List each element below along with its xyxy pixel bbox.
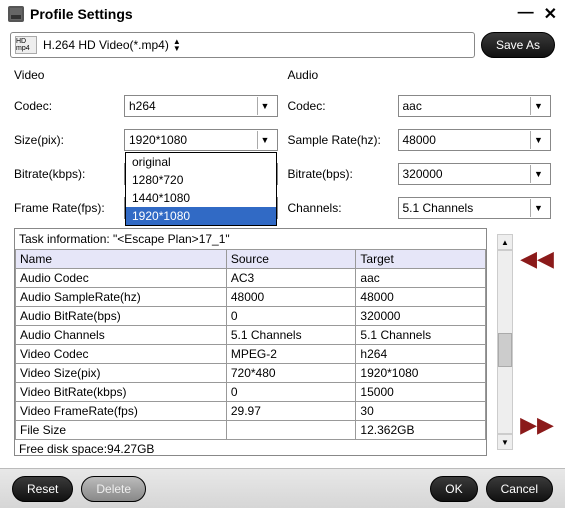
- video-framerate-label: Frame Rate(fps):: [14, 201, 124, 215]
- audio-channels-combo[interactable]: 5.1 Channels ▼: [398, 197, 552, 219]
- chevron-down-icon: ▼: [530, 199, 546, 217]
- audio-samplerate-label: Sample Rate(hz):: [288, 133, 398, 147]
- audio-channels-label: Channels:: [288, 201, 398, 215]
- delete-button[interactable]: Delete: [81, 476, 146, 502]
- task-caption: Task information: "<Escape Plan>17_1": [15, 229, 486, 249]
- audio-codec-label: Codec:: [288, 99, 398, 113]
- scrollbar-thumb[interactable]: [498, 333, 512, 367]
- chevron-down-icon: ▼: [257, 131, 273, 149]
- task-info-panel: Task information: "<Escape Plan>17_1" Na…: [14, 228, 487, 456]
- video-bitrate-label: Bitrate(kbps):: [14, 167, 124, 181]
- table-header: Source: [226, 250, 356, 269]
- table-row: Audio CodecAC3aac: [16, 269, 486, 288]
- size-option[interactable]: original: [126, 153, 276, 171]
- scroll-down-button[interactable]: ▼: [497, 434, 513, 450]
- size-option[interactable]: 1440*1080: [126, 189, 276, 207]
- video-codec-combo[interactable]: h264 ▼: [124, 95, 278, 117]
- titlebar: Profile Settings — ✕: [0, 0, 565, 28]
- audio-samplerate-combo[interactable]: 48000 ▼: [398, 129, 552, 151]
- video-size-label: Size(pix):: [14, 133, 124, 147]
- size-option[interactable]: 1280*720: [126, 171, 276, 189]
- table-row: Video Size(pix)720*4801920*1080: [16, 364, 486, 383]
- scroll-up-button[interactable]: ▲: [497, 234, 513, 250]
- video-codec-label: Codec:: [14, 99, 124, 113]
- table-header: Name: [16, 250, 227, 269]
- task-table: NameSourceTarget Audio CodecAC3aacAudio …: [15, 249, 486, 440]
- video-header: Video: [14, 68, 278, 82]
- profile-spin-icon[interactable]: ▲▼: [173, 38, 181, 52]
- chevron-down-icon: ▼: [257, 97, 273, 115]
- chevron-down-icon: ▼: [530, 97, 546, 115]
- table-row: Audio BitRate(bps)0320000: [16, 307, 486, 326]
- chevron-down-icon: ▼: [530, 131, 546, 149]
- window-title: Profile Settings: [30, 6, 518, 22]
- video-size-combo[interactable]: 1920*1080 ▼ original1280*7201440*1080192…: [124, 129, 278, 151]
- table-row: File Size12.362GB: [16, 421, 486, 440]
- table-row: Video BitRate(kbps)015000: [16, 383, 486, 402]
- table-header: Target: [356, 250, 486, 269]
- scrollbar-track[interactable]: [497, 250, 513, 434]
- audio-codec-combo[interactable]: aac ▼: [398, 95, 552, 117]
- profile-select[interactable]: HD mp4 H.264 HD Video(*.mp4) ▲▼: [10, 32, 475, 58]
- reset-button[interactable]: Reset: [12, 476, 73, 502]
- table-row: Video FrameRate(fps)29.9730: [16, 402, 486, 421]
- audio-bitrate-label: Bitrate(bps):: [288, 167, 398, 181]
- profile-thumb-icon: HD mp4: [15, 36, 37, 54]
- prev-task-icon[interactable]: ◀◀: [520, 248, 554, 270]
- audio-section: Audio Codec: aac ▼ Sample Rate(hz): 4800…: [288, 68, 552, 220]
- ok-button[interactable]: OK: [430, 476, 477, 502]
- audio-header: Audio: [288, 68, 552, 82]
- footer-bar: Reset Delete OK Cancel: [0, 468, 565, 508]
- table-row: Audio SampleRate(hz)4800048000: [16, 288, 486, 307]
- cancel-button[interactable]: Cancel: [486, 476, 553, 502]
- free-disk-label: Free disk space:94.27GB: [15, 440, 486, 456]
- next-task-icon[interactable]: ▶▶: [520, 414, 554, 436]
- profile-name: H.264 HD Video(*.mp4): [43, 38, 169, 52]
- audio-bitrate-combo[interactable]: 320000 ▼: [398, 163, 552, 185]
- size-option[interactable]: 1920*1080: [126, 207, 276, 225]
- table-row: Video CodecMPEG-2h264: [16, 345, 486, 364]
- table-row: Audio Channels5.1 Channels5.1 Channels: [16, 326, 486, 345]
- app-icon: [8, 6, 24, 22]
- close-icon[interactable]: ✕: [544, 4, 557, 24]
- video-section: Video Codec: h264 ▼ Size(pix): 1920*1080…: [14, 68, 278, 220]
- save-as-button[interactable]: Save As: [481, 32, 555, 58]
- chevron-down-icon: ▼: [530, 165, 546, 183]
- minimize-icon[interactable]: —: [518, 4, 534, 24]
- video-size-dropdown[interactable]: original1280*7201440*10801920*1080: [125, 152, 277, 226]
